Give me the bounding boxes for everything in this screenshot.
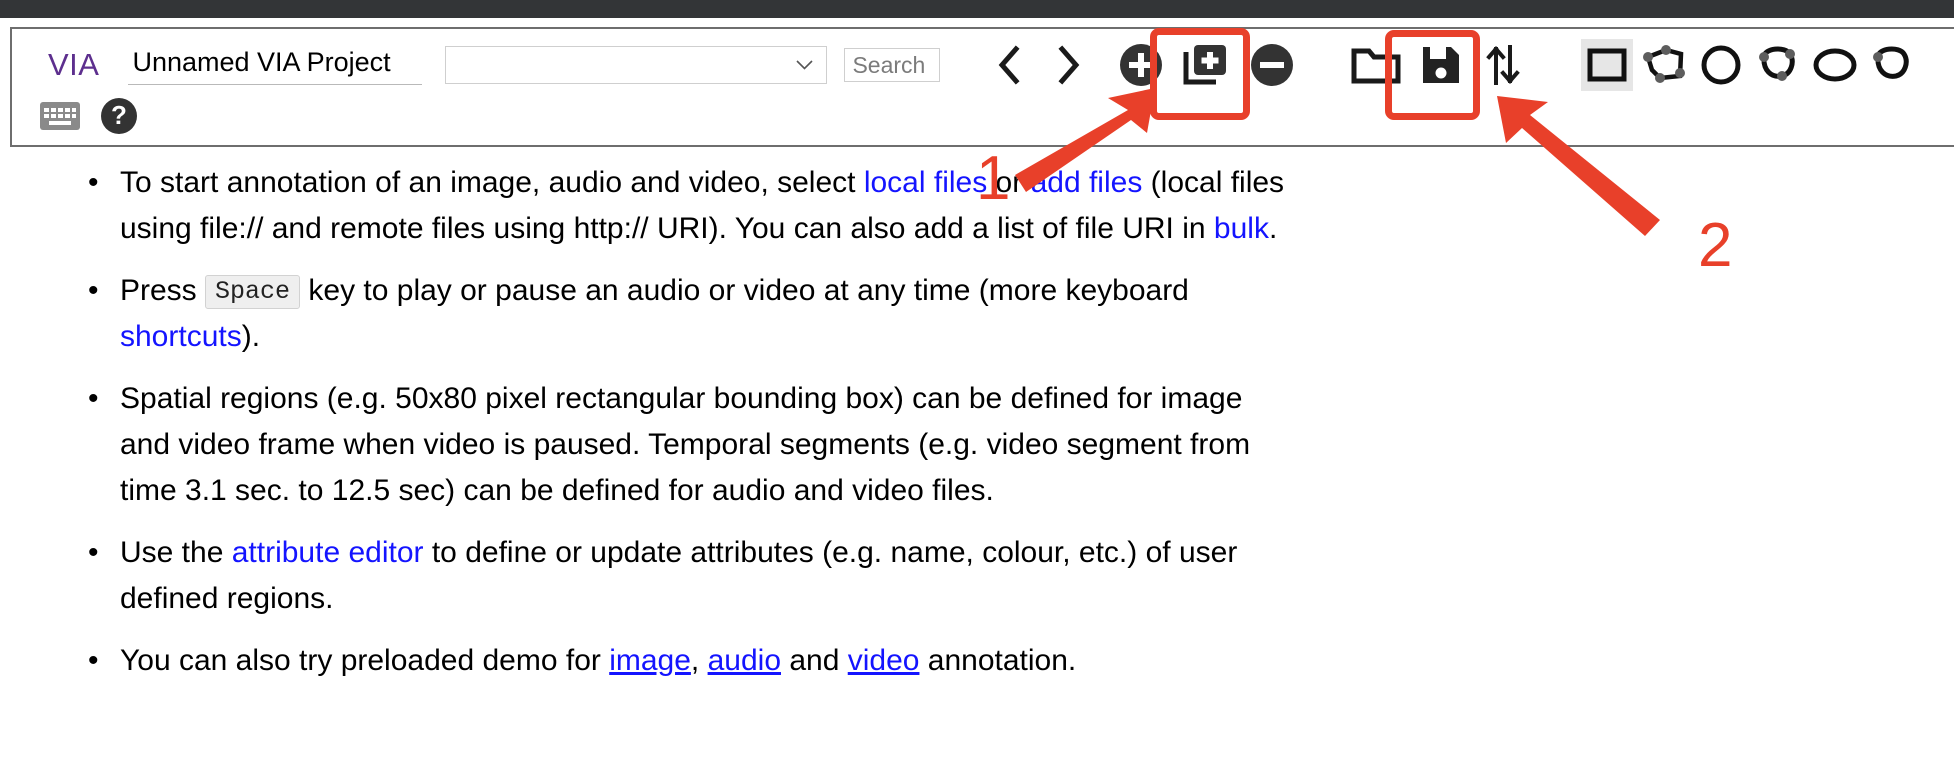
browser-top-strip <box>0 0 1954 18</box>
help-link[interactable]: attribute editor <box>232 536 424 569</box>
svg-text:?: ? <box>111 100 127 130</box>
region-shape-point[interactable] <box>1866 39 1918 91</box>
help-button[interactable]: ? <box>100 97 138 135</box>
chevron-left-icon <box>999 45 1020 85</box>
help-list-item: You can also try preloaded demo for imag… <box>0 638 1954 684</box>
help-link[interactable]: image <box>609 644 691 677</box>
help-link[interactable]: audio <box>708 644 781 677</box>
add-multiple-icon <box>1183 45 1227 85</box>
help-text: annotation. <box>919 644 1077 677</box>
help-list: To start annotation of an image, audio a… <box>0 160 1954 684</box>
ellipse-icon <box>1813 48 1857 82</box>
polygon-icon <box>1643 45 1686 83</box>
toolbar-secondary-row: ? <box>12 97 138 135</box>
file-select[interactable] <box>445 46 828 84</box>
region-shape-circle[interactable] <box>1695 39 1747 91</box>
keyboard-shortcuts-button[interactable] <box>40 102 80 130</box>
help-link[interactable]: shortcuts <box>120 320 242 353</box>
keyboard-key-badge: Space <box>205 275 301 309</box>
search-input[interactable] <box>844 48 941 82</box>
help-list-item: Spatial regions (e.g. 50x80 pixel rectan… <box>0 376 1954 514</box>
help-text: You can also try preloaded demo for <box>120 644 610 677</box>
help-list-item: Use the attribute editor to define or up… <box>0 530 1954 622</box>
next-file-button[interactable] <box>1056 45 1082 85</box>
via-toolbar: VIA Unnamed VIA Project Search ? <box>10 27 1954 147</box>
help-icon: ? <box>101 98 137 134</box>
help-text: To start annotation of an image, audio a… <box>120 166 864 199</box>
import-export-button[interactable] <box>1484 43 1522 87</box>
region-shape-polyline[interactable] <box>1752 39 1804 91</box>
help-text: ). <box>241 320 261 353</box>
file-select-wrapper <box>422 46 828 84</box>
help-text: Press <box>120 274 206 307</box>
plus-circle-icon <box>1120 44 1163 86</box>
prev-file-button[interactable] <box>996 45 1022 85</box>
toolbar-primary-row: VIA <box>12 29 1954 101</box>
region-shape-polygon[interactable] <box>1638 39 1690 91</box>
save-project-button[interactable] <box>1420 44 1462 86</box>
help-list-item: To start annotation of an image, audio a… <box>0 160 1954 252</box>
keyboard-icon <box>40 102 80 130</box>
circle-icon <box>1701 45 1741 85</box>
minus-circle-icon <box>1251 44 1294 86</box>
help-link[interactable]: bulk <box>1214 212 1269 245</box>
floppy-save-icon <box>1423 47 1460 83</box>
help-text: or <box>987 166 1031 199</box>
folder-icon <box>1351 48 1401 84</box>
polyline-icon <box>1759 46 1796 81</box>
region-shape-ellipse[interactable] <box>1809 39 1861 91</box>
help-link[interactable]: local files <box>864 166 987 199</box>
project-name-input[interactable] <box>128 45 423 85</box>
help-text: , <box>690 644 708 677</box>
help-link[interactable]: add files <box>1031 166 1143 199</box>
help-text: Use the <box>120 536 232 569</box>
help-text: . <box>1268 212 1278 245</box>
chevron-right-icon <box>1058 45 1080 85</box>
open-project-button[interactable] <box>1350 43 1402 87</box>
up-down-arrows-icon <box>1486 45 1521 85</box>
remove-file-button[interactable] <box>1250 43 1294 87</box>
add-many-button[interactable] <box>1183 42 1229 88</box>
region-shape-rectangle[interactable] <box>1581 39 1634 91</box>
help-list-item: Press Space key to play or pause an audi… <box>0 268 1954 360</box>
help-text: Spatial regions (e.g. 50x80 pixel rectan… <box>120 382 1251 507</box>
add-files-button[interactable] <box>1119 43 1163 87</box>
help-link[interactable]: video <box>848 644 920 677</box>
help-text: and <box>781 644 848 677</box>
region-shape-toolbar <box>1581 39 1923 91</box>
point-icon <box>1873 46 1910 79</box>
help-text: key to play or pause an audio or video a… <box>300 274 1189 307</box>
via-logo: VIA <box>48 47 100 82</box>
help-content: To start annotation of an image, audio a… <box>0 160 1954 700</box>
rectangle-icon <box>1587 48 1627 82</box>
